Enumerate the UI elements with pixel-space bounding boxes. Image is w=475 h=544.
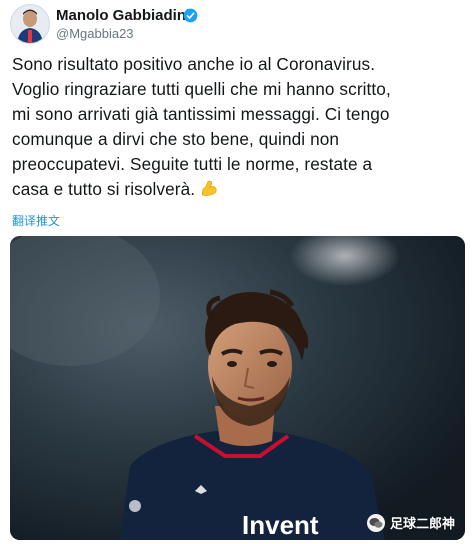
tweet-text-line: casa e tutto si risolverà. [12,179,196,199]
verified-badge-icon [183,8,198,23]
tweet-text-line: Voglio ringraziare tutti quelli che mi h… [12,79,391,99]
wechat-icon [366,513,385,532]
translate-tweet-link[interactable]: 翻译推文 [12,212,60,229]
tweet-text-line: mi sono arrivati già tantissimi messaggi… [12,104,390,124]
tweet-text-line: preoccupatevi. Seguite tutti le norme, r… [12,154,373,174]
avatar[interactable] [10,4,50,44]
player-photo: Invent [10,236,465,540]
jersey-sponsor-text: Invent [242,510,319,540]
tweet-photo[interactable]: Invent 足球二郎神 [10,236,465,540]
watermark: 足球二郎神 [366,513,455,532]
tweet-text-line: comunque a dirvi che sto bene, quindi no… [12,129,340,149]
author-name[interactable]: Manolo Gabbiadini [56,7,190,24]
tweet-text-line: Sono risultato positivo anche io al Coro… [12,54,376,74]
tweet-header: Manolo Gabbiadini @Mgabbia23 [10,4,465,44]
author-handle[interactable]: @Mgabbia23 [56,26,134,41]
tweet-text: Sono risultato positivo anche io al Coro… [12,52,467,202]
watermark-text: 足球二郎神 [389,516,455,531]
tweet-text-line-last: casa e tutto si risolverà. [12,177,467,202]
flexed-biceps-emoji-icon [202,180,217,196]
